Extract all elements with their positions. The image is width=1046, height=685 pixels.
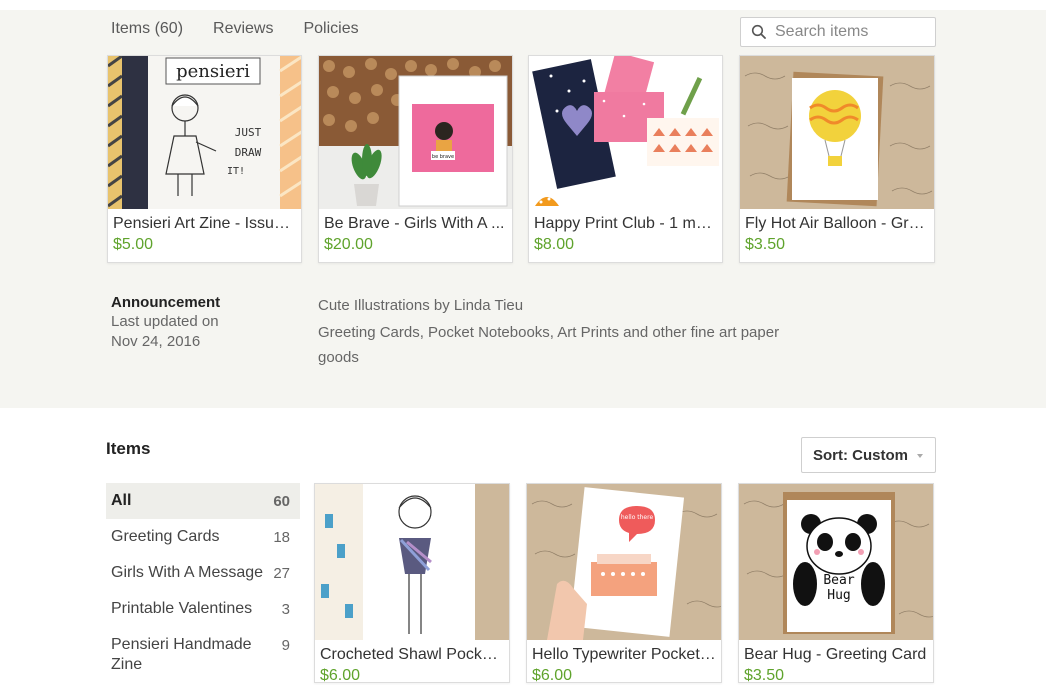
category-count: 3: [281, 601, 290, 618]
announcement-updated: Last updated on Nov 24, 2016: [111, 313, 219, 350]
search-icon: [751, 24, 766, 39]
announcement-body: Greeting Cards, Pocket Notebooks, Art Pr…: [318, 324, 780, 366]
category-name: All: [111, 492, 132, 509]
product-title[interactable]: Be Brave - Girls With A ...: [319, 209, 512, 233]
sort-label: Sort: Custom: [813, 446, 908, 464]
sort-dropdown[interactable]: Sort: Custom: [801, 437, 936, 473]
product-title[interactable]: Happy Print Club - 1 mo...: [529, 209, 722, 233]
product-thumbnail: Bear Hug: [739, 484, 933, 640]
category-item-greeting-cards[interactable]: Greeting Cards 18: [106, 519, 300, 555]
items-heading: Items: [106, 439, 151, 458]
listing-card[interactable]: hello there Hello Typewriter Pocket ... …: [526, 483, 722, 684]
tab-reviews[interactable]: Reviews: [213, 20, 273, 38]
category-item-printable-valentines[interactable]: Printable Valentines 3: [106, 591, 300, 627]
product-thumbnail: [529, 56, 722, 209]
svg-text:DRAW: DRAW: [235, 146, 262, 159]
listing-card[interactable]: Crocheted Shawl Pocke... $6.00: [314, 483, 510, 684]
category-count: 18: [273, 529, 290, 546]
top-strip: [0, 0, 1046, 10]
category-name: Greeting Cards: [111, 528, 220, 545]
svg-text:JUST: JUST: [235, 126, 262, 139]
featured-card[interactable]: Happy Print Club - 1 mo... $8.00: [528, 55, 723, 263]
product-thumbnail: [740, 56, 934, 209]
product-title[interactable]: Bear Hug - Greeting Card: [739, 640, 933, 664]
category-list: All 60 Greeting Cards 18 Girls With A Me…: [106, 483, 300, 683]
product-title[interactable]: Fly Hot Air Balloon - Gre...: [740, 209, 934, 233]
product-title[interactable]: Hello Typewriter Pocket ...: [527, 640, 721, 664]
listing-card[interactable]: Bear Hug Bear Hug - Greeting Card $3.50: [738, 483, 934, 684]
shop-tabs: Items (60) Reviews Policies: [111, 20, 359, 38]
svg-text:Bear: Bear: [823, 573, 854, 588]
product-thumbnail: hello there: [527, 484, 721, 640]
search-input[interactable]: [775, 23, 925, 41]
product-thumbnail: [315, 484, 509, 640]
product-title[interactable]: Pensieri Art Zine - Issue ...: [108, 209, 301, 233]
product-price: $8.00: [534, 236, 575, 253]
svg-text:be brave: be brave: [432, 154, 454, 160]
category-item-girls-with-a-message[interactable]: Girls With A Message 27: [106, 555, 300, 591]
product-thumbnail: be brave: [319, 56, 512, 209]
category-count: 9: [281, 637, 290, 654]
svg-text:IT!: IT!: [227, 166, 245, 177]
category-item-all[interactable]: All 60: [106, 483, 300, 519]
svg-text:hello there: hello there: [621, 514, 654, 521]
category-name: Printable Valentines: [111, 600, 253, 617]
featured-card[interactable]: be brave Be Brave - Girls With A ... $20…: [318, 55, 513, 263]
product-price: $20.00: [324, 236, 373, 253]
product-thumbnail: pensieri JUST DRAW IT!: [108, 56, 301, 209]
category-name: Pensieri Handmade Zine: [111, 636, 252, 673]
svg-text:Hug: Hug: [827, 588, 850, 603]
category-count: 27: [273, 565, 290, 582]
announcement-heading: Announcement: [111, 294, 221, 311]
tab-items[interactable]: Items (60): [111, 20, 183, 38]
featured-card[interactable]: pensieri JUST DRAW IT! Pensieri Art Zine…: [107, 55, 302, 263]
featured-card[interactable]: Fly Hot Air Balloon - Gre... $3.50: [739, 55, 935, 263]
svg-text:pensieri: pensieri: [176, 61, 250, 82]
category-count: 60: [273, 493, 290, 510]
product-price: $5.00: [113, 236, 154, 253]
announcement-title: Cute Illustrations by Linda Tieu: [318, 297, 524, 314]
caret-down-icon: [917, 454, 923, 458]
category-name: Girls With A Message: [111, 564, 264, 581]
product-price: $3.50: [745, 236, 786, 253]
product-title[interactable]: Crocheted Shawl Pocke...: [315, 640, 509, 664]
tab-policies[interactable]: Policies: [303, 20, 358, 38]
search-box[interactable]: [740, 17, 936, 47]
